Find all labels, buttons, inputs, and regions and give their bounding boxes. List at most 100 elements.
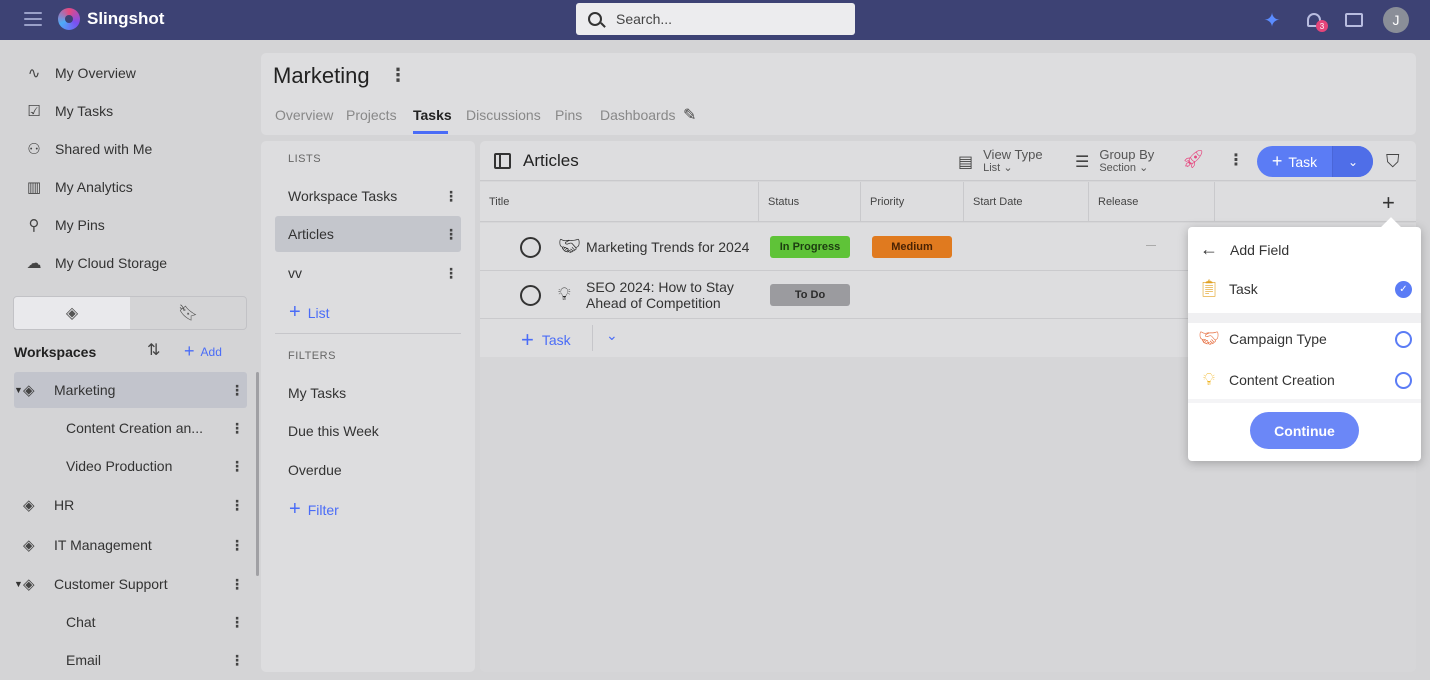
list-item-workspace-tasks[interactable]: Workspace Tasks ⋮ — [275, 178, 461, 214]
status-badge[interactable]: In Progress — [770, 236, 850, 258]
continue-button[interactable]: Continue — [1250, 412, 1359, 449]
more-icon[interactable]: ⋮ — [227, 382, 247, 399]
search-input[interactable] — [616, 11, 836, 27]
bookmark-toggle[interactable]: 🔖︎ — [130, 297, 246, 329]
workspace-it-management[interactable]: ◈ IT Management ⋮ — [14, 527, 247, 563]
tab-pins[interactable]: Pins — [555, 107, 582, 123]
sort-icon[interactable]: ⇅ — [147, 340, 160, 360]
group-by-control[interactable]: ☰ Group By Section ⌄ — [1075, 148, 1154, 175]
workspace-item[interactable]: Chat ⋮ — [14, 604, 247, 640]
layers-icon: ◈ — [23, 576, 35, 593]
more-icon[interactable]: ⋮ — [227, 420, 247, 437]
hamburger-menu-icon[interactable] — [24, 12, 42, 27]
column-title[interactable]: Title — [480, 182, 759, 222]
more-icon[interactable]: ⋮ — [227, 652, 247, 669]
workspace-item[interactable]: Video Production ⋮ — [14, 448, 247, 484]
tab-projects[interactable]: Projects — [346, 107, 397, 123]
unchecked-radio-icon[interactable] — [1395, 371, 1412, 389]
app-logo[interactable]: Slingshot — [58, 8, 164, 30]
workspace-item[interactable]: Content Creation an... ⋮ — [14, 410, 247, 446]
workspace-customer-support[interactable]: ▼ ◈ Customer Support ⋮ — [14, 566, 247, 602]
back-arrow-icon[interactable]: ← — [1200, 239, 1218, 260]
sidebar-scrollbar[interactable] — [256, 372, 259, 576]
nav-my-pins[interactable]: ⚲ My Pins — [24, 210, 105, 240]
add-task-button[interactable]: + Task — [1257, 146, 1333, 177]
nav-label: My Overview — [55, 65, 136, 81]
workspace-header: Marketing ⋮ Overview Projects Tasks Disc… — [261, 53, 1416, 135]
user-avatar[interactable]: J — [1383, 7, 1409, 33]
notifications-button[interactable]: 3 — [1302, 8, 1328, 32]
status-badge[interactable]: To Do — [770, 284, 850, 306]
add-column-icon[interactable]: + — [1382, 190, 1395, 216]
more-icon[interactable]: ⋮ — [227, 537, 247, 554]
workspace-item[interactable]: Email ⋮ — [14, 642, 247, 678]
more-icon[interactable]: ⋮ — [441, 265, 461, 282]
search-icon — [588, 12, 602, 26]
more-icon[interactable]: ⋮ — [227, 497, 247, 514]
column-status[interactable]: Status — [759, 182, 861, 222]
field-option-content-creation[interactable]: 💡︎ Content Creation — [1188, 360, 1421, 400]
priority-badge[interactable]: Medium — [872, 236, 952, 258]
lightbulb-icon: 💡︎ — [1203, 370, 1215, 389]
edit-tabs-icon[interactable]: ✎ — [683, 105, 696, 125]
caret-down-icon[interactable]: ▼ — [14, 579, 23, 589]
filter-icon[interactable]: ⛉ — [1386, 151, 1400, 172]
nav-my-tasks[interactable]: ☑ My Tasks — [24, 96, 113, 126]
nav-label: My Pins — [55, 217, 105, 233]
more-icon[interactable]: ⋮ — [441, 188, 461, 205]
nav-my-cloud-storage[interactable]: ☁ My Cloud Storage — [24, 248, 168, 278]
top-bar: Slingshot ✦ 3 J — [0, 0, 1430, 40]
field-option-campaign-type[interactable]: 🤝︎ Campaign Type — [1188, 319, 1421, 359]
caret-down-icon[interactable]: ▼ — [14, 385, 23, 395]
tab-dashboards[interactable]: Dashboards — [600, 107, 676, 123]
search-box[interactable] — [576, 3, 855, 35]
list-item-vv[interactable]: vv ⋮ — [275, 255, 461, 291]
ai-sparkle-icon[interactable]: ✦ — [1260, 8, 1284, 32]
column-start-date[interactable]: Start Date — [964, 182, 1089, 222]
more-icon[interactable]: ⋮ — [227, 614, 247, 631]
view-type-control[interactable]: ▤ View Type List ⌄ — [958, 148, 1043, 175]
add-filter-button[interactable]: + Filter — [289, 498, 339, 521]
tab-tasks[interactable]: Tasks — [413, 107, 452, 123]
complete-task-checkbox[interactable] — [520, 237, 541, 258]
list-item-articles[interactable]: Articles ⋮ — [275, 216, 461, 252]
nav-my-overview[interactable]: ∿ My Overview — [24, 58, 136, 88]
chevron-down-icon: ⌄ — [1347, 154, 1359, 169]
tab-overview[interactable]: Overview — [275, 107, 333, 123]
chevron-down-icon[interactable]: ⌄ — [606, 327, 618, 344]
add-task-inline-button[interactable]: + Task — [521, 327, 571, 353]
layers-toggle[interactable]: ◈ — [14, 297, 130, 329]
add-list-button[interactable]: + List — [289, 301, 329, 324]
task-title[interactable]: SEO 2024: How to Stay Ahead of Competiti… — [586, 279, 734, 311]
filter-my-tasks[interactable]: My Tasks — [275, 375, 461, 411]
column-release[interactable]: Release — [1089, 182, 1215, 222]
column-priority[interactable]: Priority — [861, 182, 964, 222]
rocket-icon[interactable]: 🚀︎ — [1182, 149, 1205, 170]
nav-shared-with-me[interactable]: ⚇ Shared with Me — [24, 134, 152, 164]
messages-button[interactable] — [1342, 8, 1366, 32]
task-title[interactable]: Marketing Trends for 2024 — [586, 239, 749, 255]
divider — [275, 333, 461, 334]
more-icon[interactable]: ⋮ — [441, 226, 461, 243]
filter-due-this-week[interactable]: Due this Week — [275, 413, 461, 449]
task-options-dropdown[interactable]: ⌄ — [1333, 146, 1373, 177]
tab-discussions[interactable]: Discussions — [466, 107, 541, 123]
workspace-marketing[interactable]: ▼ ◈ Marketing ⋮ — [14, 372, 247, 408]
add-workspace-button[interactable]: + Add — [184, 341, 222, 362]
plus-icon: + — [521, 327, 534, 352]
complete-task-checkbox[interactable] — [520, 285, 541, 306]
more-icon[interactable]: ⋮ — [227, 458, 247, 475]
plus-icon: + — [1271, 151, 1283, 171]
workspace-hr[interactable]: ◈ HR ⋮ — [14, 487, 247, 523]
more-icon[interactable]: ⋮ — [1228, 150, 1244, 170]
more-icon[interactable]: ⋮ — [227, 576, 247, 593]
checked-radio-icon[interactable]: ✓ — [1395, 280, 1412, 298]
nav-my-analytics[interactable]: ▥ My Analytics — [24, 172, 133, 202]
collapse-panel-icon[interactable] — [494, 153, 511, 169]
unchecked-radio-icon[interactable] — [1395, 330, 1412, 348]
cloud-icon: ☁ — [26, 255, 42, 272]
filter-overdue[interactable]: Overdue — [275, 452, 461, 488]
field-option-task[interactable]: 📋︎ Task ✓ — [1188, 269, 1421, 309]
app-name: Slingshot — [87, 9, 165, 28]
more-icon[interactable]: ⋮ — [389, 65, 407, 86]
